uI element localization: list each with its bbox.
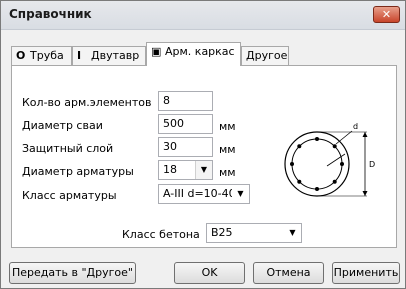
rebar-diameter-value: 18 [163, 163, 177, 176]
cancel-button[interactable]: Отмена [253, 262, 324, 284]
close-button[interactable]: ✕ [373, 6, 400, 23]
tab-pipe[interactable]: O Труба [11, 46, 72, 65]
concrete-class-select[interactable]: B25 ▼ [206, 223, 302, 243]
rebar-bar [332, 179, 337, 184]
concrete-class-label: Класс бетона [122, 228, 200, 241]
rebar-class-select[interactable]: A-III d=10-40 ▼ [158, 184, 250, 204]
rebar-bar [340, 162, 344, 166]
tab-rebar-cage[interactable]: ▣ Арм. каркас [146, 42, 241, 66]
cover-label: Защитный слой [22, 142, 114, 155]
rebar-bar [297, 144, 302, 149]
count-input[interactable]: 8 [158, 91, 213, 111]
rebar-bar [332, 144, 337, 149]
count-label: Кол-во арм.элементов [22, 96, 152, 109]
rebar-diameter-unit: мм [219, 166, 236, 179]
bar-diameter-symbol: d [353, 122, 358, 131]
rebar-bars [290, 137, 344, 191]
chevron-down-icon: ▼ [232, 185, 249, 203]
chevron-down-icon: ▼ [284, 224, 301, 242]
close-icon: ✕ [381, 8, 392, 21]
cover-unit: мм [219, 143, 236, 156]
ok-button[interactable]: OK [174, 262, 245, 284]
rebar-bar [315, 187, 319, 191]
rebar-cage-icon: ▣ [151, 45, 162, 58]
rebar-bar [315, 137, 319, 141]
tab-other[interactable]: Другое [241, 46, 289, 65]
tab-ibeam-label: Двутавр [91, 49, 140, 62]
rebar-class-value: A-III d=10-40 [163, 187, 236, 200]
title-bar: Справочник ✕ [1, 1, 405, 30]
pile-diameter-unit: мм [219, 120, 236, 133]
tab-other-label: Другое [246, 49, 288, 62]
tab-ibeam[interactable]: I Двутавр [72, 46, 146, 65]
tab-rebar-cage-label: Арм. каркас [165, 45, 235, 58]
circle-icon: O [16, 49, 26, 62]
rebar-bar [290, 162, 294, 166]
apply-button[interactable]: Применить [332, 262, 400, 284]
ibeam-icon: I [77, 49, 82, 62]
window-title: Справочник [9, 7, 92, 21]
rebar-diameter-label: Диаметр арматуры [22, 165, 134, 178]
bar-diameter-leader [335, 130, 353, 145]
pile-diameter-symbol: D [369, 160, 375, 169]
rebar-class-label: Класс арматуры [22, 189, 117, 202]
tab-pipe-label: Труба [30, 49, 64, 62]
pile-diameter-input[interactable]: 500 [158, 114, 213, 134]
rebar-bar [297, 179, 302, 184]
pile-section-diagram: d D [284, 122, 375, 197]
concrete-class-value: B25 [211, 226, 233, 239]
chevron-down-icon: ▼ [195, 161, 212, 179]
pile-diameter-label: Диаметр сваи [22, 119, 103, 132]
reference-dialog: Справочник ✕ O Труба I Двутавр ▣ Арм. карка… [0, 0, 406, 289]
rebar-diameter-select[interactable]: 18 ▼ [158, 160, 213, 180]
transfer-to-other-button[interactable]: Передать в "Другое" [9, 262, 136, 284]
cover-input[interactable]: 30 [158, 137, 213, 157]
rebar-cage-panel: Кол-во арм.элементов 8 Диаметр сваи 500 … [11, 65, 397, 248]
